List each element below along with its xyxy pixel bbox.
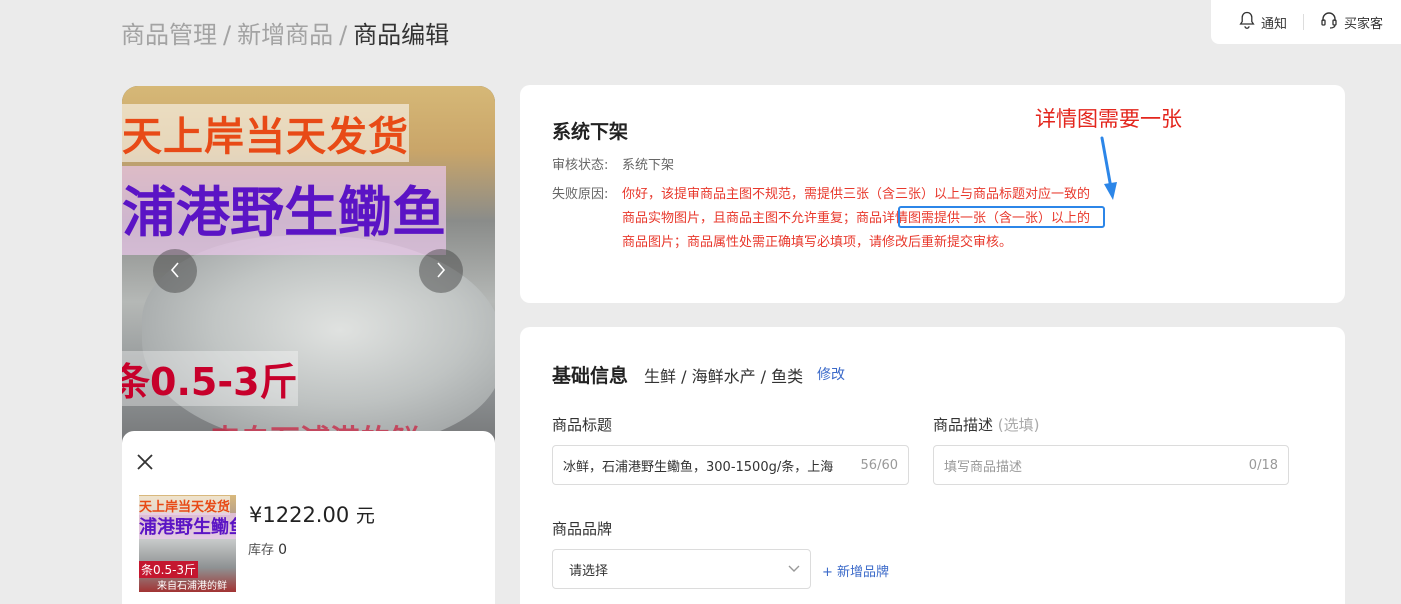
thumb-text-line3: 条0.5-3斤 bbox=[139, 561, 199, 578]
audit-status-label: 审核状态: bbox=[552, 158, 609, 173]
basic-info-card: 基础信息 生鲜 / 海鲜水产 / 鱼类 修改 商品标题 冰鲜，石浦港野生鳓鱼，3… bbox=[520, 327, 1345, 604]
price-value: ¥1222.00 bbox=[249, 503, 350, 527]
annotation-arrow-icon bbox=[1096, 136, 1120, 206]
status-title: 系统下架 bbox=[552, 121, 629, 143]
product-desc-label-text: 商品描述 bbox=[933, 416, 994, 434]
product-desc-input[interactable]: 填写商品描述 0/18 bbox=[933, 445, 1289, 485]
brand-selected-value: 请选择 bbox=[569, 563, 609, 579]
basic-info-title: 基础信息 bbox=[552, 365, 629, 387]
buyer-service-button[interactable]: 买家客 bbox=[1320, 11, 1383, 33]
brand-select[interactable]: 请选择 bbox=[552, 549, 811, 589]
bell-icon bbox=[1239, 11, 1255, 33]
hero-text-line3: 条0.5-3斤 bbox=[122, 351, 298, 406]
product-title-input[interactable]: 冰鲜，石浦港野生鳓鱼，300-1500g/条，上海 56/60 bbox=[552, 445, 909, 485]
product-desc-optional: (选填) bbox=[997, 416, 1040, 434]
sku-stock: 库存 0 bbox=[248, 539, 287, 558]
product-title-count: 56/60 bbox=[860, 457, 898, 473]
chevron-left-icon bbox=[170, 259, 180, 283]
top-toolbar: 通知 买家客 bbox=[1211, 0, 1401, 44]
headset-icon bbox=[1320, 11, 1338, 33]
sku-popup: 天上岸当天发货 浦港野生鳓鱼 条0.5-3斤 来自石浦港的鲜 ¥1222.00 … bbox=[122, 431, 495, 604]
hero-text-line1: 天上岸当天发货 bbox=[122, 104, 409, 162]
stock-label: 库存 bbox=[248, 543, 275, 558]
thumb-text-line2: 浦港野生鳓鱼 bbox=[139, 513, 236, 539]
breadcrumb-separator: / bbox=[339, 21, 348, 49]
annotation-highlight-box bbox=[898, 206, 1105, 228]
audit-status-value: 系统下架 bbox=[622, 158, 675, 173]
product-title-value: 冰鲜，石浦港野生鳓鱼，300-1500g/条，上海 bbox=[563, 459, 834, 475]
stock-value: 0 bbox=[278, 542, 288, 558]
chevron-right-icon bbox=[436, 259, 446, 283]
product-title-label: 商品标题 bbox=[552, 416, 613, 434]
breadcrumb-item-new-product[interactable]: 新增商品 bbox=[237, 21, 333, 49]
page-title: 商品编辑 bbox=[353, 21, 450, 49]
sku-price: ¥1222.00 元 bbox=[249, 501, 375, 528]
annotation-text: 详情图需要一张 bbox=[1035, 107, 1182, 131]
add-brand-button[interactable]: + 新增品牌 bbox=[822, 561, 889, 580]
price-unit: 元 bbox=[355, 505, 375, 527]
close-icon[interactable] bbox=[136, 453, 154, 471]
breadcrumb-item-product-management[interactable]: 商品管理 bbox=[121, 21, 217, 49]
breadcrumb-separator: / bbox=[223, 21, 232, 49]
carousel-prev-button[interactable] bbox=[153, 249, 197, 293]
product-desc-label: 商品描述 (选填) bbox=[933, 414, 1040, 435]
sku-thumbnail: 天上岸当天发货 浦港野生鳓鱼 条0.5-3斤 来自石浦港的鲜 bbox=[139, 495, 236, 592]
notify-label: 通知 bbox=[1261, 16, 1288, 32]
product-desc-placeholder: 填写商品描述 bbox=[944, 459, 1023, 475]
carousel-next-button[interactable] bbox=[419, 249, 463, 293]
product-desc-count: 0/18 bbox=[1248, 457, 1278, 473]
edit-category-link[interactable]: 修改 bbox=[817, 364, 845, 384]
product-preview-phone: 天上岸当天发货 浦港野生鳓鱼 条0.5-3斤 来自石浦港的鲜 天上岸当天发货 浦… bbox=[122, 86, 495, 604]
hero-text-line2: 浦港野生鳓鱼 bbox=[122, 166, 446, 255]
status-card: 系统下架 审核状态: 系统下架 失败原因: 你好，该提审商品主图不规范，需提供三… bbox=[520, 85, 1345, 303]
buyer-service-label: 买家客 bbox=[1344, 16, 1384, 32]
brand-label: 商品品牌 bbox=[552, 520, 613, 538]
breadcrumb: 商品管理 / 新增商品 / 商品编辑 bbox=[121, 18, 449, 52]
category-path: 生鲜 / 海鲜水产 / 鱼类 bbox=[644, 367, 804, 386]
notify-button[interactable]: 通知 bbox=[1239, 11, 1287, 33]
toolbar-divider bbox=[1303, 14, 1305, 30]
thumb-text-line4: 来自石浦港的鲜 bbox=[157, 581, 227, 592]
chevron-down-icon bbox=[788, 562, 800, 576]
fail-reason-label: 失败原因: bbox=[552, 187, 609, 202]
